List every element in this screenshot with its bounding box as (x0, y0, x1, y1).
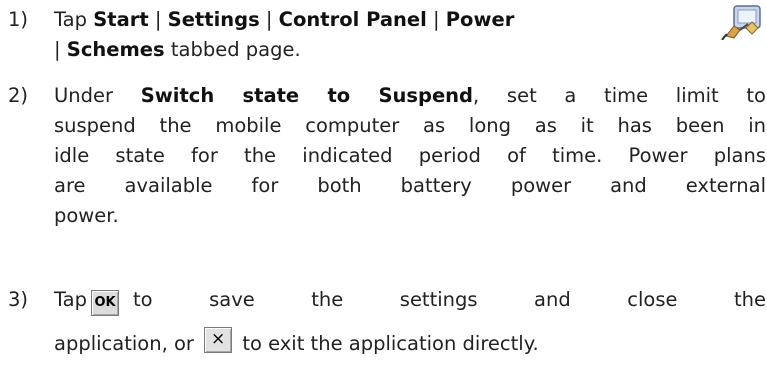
separator: | (54, 38, 67, 61)
step-2-line-4: are available for both battery power and… (54, 174, 766, 197)
menu-control-panel: Control Panel (278, 8, 427, 31)
step-2-line-5: power. (54, 204, 119, 227)
separator: | (426, 8, 446, 31)
step-1-line-2: | Schemes tabbed page. (54, 35, 714, 65)
step-3-line-1: Tap OK to save the settings and close the (54, 278, 766, 322)
text: Under (54, 84, 141, 107)
step-number: 3) (8, 288, 29, 311)
close-x-button-icon: × (204, 327, 233, 353)
separator: | (148, 8, 168, 31)
text: Tap (54, 288, 88, 311)
menu-power: Power (445, 8, 515, 31)
text: tabbed page. (164, 38, 301, 61)
step-2-line-3: idle state for the indicated period of t… (54, 144, 766, 167)
step-1-line-1: Tap Start | Settings | Control Panel | P… (54, 5, 714, 35)
menu-start: Start (93, 8, 149, 31)
step-2-line-2: suspend the mobile computer as long as i… (54, 114, 766, 137)
menu-schemes: Schemes (66, 38, 165, 61)
text: application, or (54, 332, 194, 355)
power-plug-icon (721, 5, 761, 40)
step-number: 2) (8, 84, 29, 107)
step-3-line-2: application, or × to exit the applicatio… (54, 322, 766, 366)
menu-settings: Settings (167, 8, 260, 31)
setting-name: Switch state to Suspend (140, 84, 474, 107)
step-number: 1) (8, 8, 29, 31)
separator: | (259, 8, 279, 31)
text: Tap (54, 8, 94, 31)
ok-button-icon: OK (91, 290, 120, 316)
text: to save the settings and close the (133, 288, 766, 311)
text: , set a time limit to (473, 84, 766, 107)
text: to exit the application directly. (242, 332, 539, 355)
step-2-line-1: Under Switch state to Suspend, set a tim… (54, 81, 766, 111)
